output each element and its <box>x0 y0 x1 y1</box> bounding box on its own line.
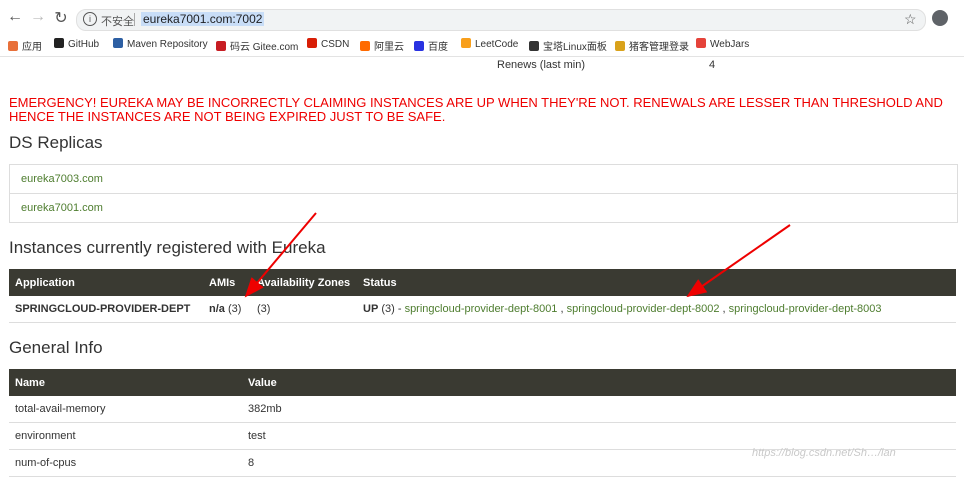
bookmark-github[interactable]: GitHub <box>54 38 99 50</box>
apps-grid-icon <box>8 41 18 51</box>
bookmark-webjars[interactable]: WebJars <box>696 38 749 50</box>
app-name: SPRINGCLOUD-PROVIDER-DEPT <box>9 296 203 323</box>
info-name: num-of-cpus <box>9 449 242 477</box>
table-row: SPRINGCLOUD-PROVIDER-DEPT n/a (3) (3) UP… <box>9 296 956 323</box>
aliyun-icon <box>360 41 370 51</box>
bookmark-maven[interactable]: Maven Repository <box>113 38 208 50</box>
back-icon[interactable]: ← <box>6 8 24 26</box>
renews-label: Renews (last min) <box>497 59 586 71</box>
github-icon <box>54 38 64 48</box>
watermark: https://blog.csdn.net/Sh…/lan <box>752 447 896 459</box>
url-text[interactable]: eureka7001.com:7002 <box>141 12 265 26</box>
instance-link-8001[interactable]: springcloud-provider-dept-8001 <box>405 303 558 315</box>
address-bar[interactable]: i 不安全 eureka7001.com:7002 <box>76 9 926 31</box>
info-value: 382mb <box>242 396 956 423</box>
instances-header-row: Application AMIs Availability Zones Stat… <box>9 269 956 296</box>
gitee-icon <box>216 41 226 51</box>
profile-avatar[interactable] <box>932 10 948 26</box>
header-amis: AMIs <box>203 269 251 296</box>
browser-toolbar: ← → ↻ i 不安全 eureka7001.com:7002 ☆ <box>0 0 964 33</box>
info-name: environment <box>9 422 242 450</box>
bookmark-baidu[interactable]: 百度 <box>414 38 448 53</box>
replica-item[interactable]: eureka7003.com <box>10 165 957 194</box>
table-row: environment test <box>9 422 956 450</box>
emergency-line-2: HENCE THE INSTANCES ARE NOT BEING EXPIRE… <box>9 109 446 124</box>
bookmark-leetcode[interactable]: LeetCode <box>461 38 518 50</box>
header-status: Status <box>357 269 956 296</box>
renews-row: Renews (last min) 4 <box>490 57 960 74</box>
general-header-row: Name Value <box>9 369 956 396</box>
general-info-table: Name Value total-avail-memory 382mb envi… <box>9 369 956 477</box>
emergency-warning: EMERGENCY! EUREKA MAY BE INCORRECTLY CLA… <box>9 96 959 124</box>
info-icon[interactable]: i <box>83 12 97 26</box>
insecure-label: 不安全 <box>101 16 134 28</box>
renews-value: 4 <box>709 59 716 71</box>
admin-icon <box>615 41 625 51</box>
bookmark-aliyun[interactable]: 阿里云 <box>360 38 404 53</box>
csdn-icon <box>307 38 317 48</box>
bookmark-admin-login[interactable]: 猪客管理登录 <box>615 38 689 53</box>
zones-cell: (3) <box>251 296 357 323</box>
status-cell: UP (3) - springcloud-provider-dept-8001 … <box>357 296 956 323</box>
bookmark-star-icon[interactable]: ☆ <box>904 11 917 28</box>
header-name: Name <box>9 369 242 396</box>
info-name: total-avail-memory <box>9 396 242 423</box>
reload-icon[interactable]: ↻ <box>52 8 70 28</box>
instances-table: Application AMIs Availability Zones Stat… <box>9 269 956 323</box>
instance-link-8002[interactable]: springcloud-provider-dept-8002 <box>567 303 720 315</box>
maven-icon <box>113 38 123 48</box>
emergency-line-1: EMERGENCY! EUREKA MAY BE INCORRECTLY CLA… <box>9 95 943 110</box>
header-value: Value <box>242 369 956 396</box>
leetcode-icon <box>461 38 471 48</box>
bookmark-baota[interactable]: 宝塔Linux面板 <box>529 38 607 53</box>
bookmarks-bar: 应用 GitHub Maven Repository 码云 Gitee.com … <box>0 33 964 57</box>
header-application: Application <box>9 269 203 296</box>
header-zones: Availability Zones <box>251 269 357 296</box>
bookmark-apps[interactable]: 应用 <box>8 38 42 53</box>
bookmark-gitee[interactable]: 码云 Gitee.com <box>216 38 298 53</box>
table-row: total-avail-memory 382mb <box>9 396 956 423</box>
instance-link-8003[interactable]: springcloud-provider-dept-8003 <box>729 303 882 315</box>
omnibox-divider <box>134 13 135 26</box>
replica-item[interactable]: eureka7001.com <box>10 194 957 222</box>
replicas-title: DS Replicas <box>9 133 103 152</box>
bookmark-csdn[interactable]: CSDN <box>307 38 349 50</box>
replicas-list: eureka7003.com eureka7001.com <box>9 164 958 223</box>
info-value: test <box>242 422 956 450</box>
amis-cell: n/a (3) <box>203 296 251 323</box>
webjars-icon <box>696 38 706 48</box>
baidu-icon <box>414 41 424 51</box>
baota-icon <box>529 41 539 51</box>
instances-title: Instances currently registered with Eure… <box>9 238 326 257</box>
forward-icon[interactable]: → <box>29 8 47 26</box>
general-info-title: General Info <box>9 338 103 357</box>
